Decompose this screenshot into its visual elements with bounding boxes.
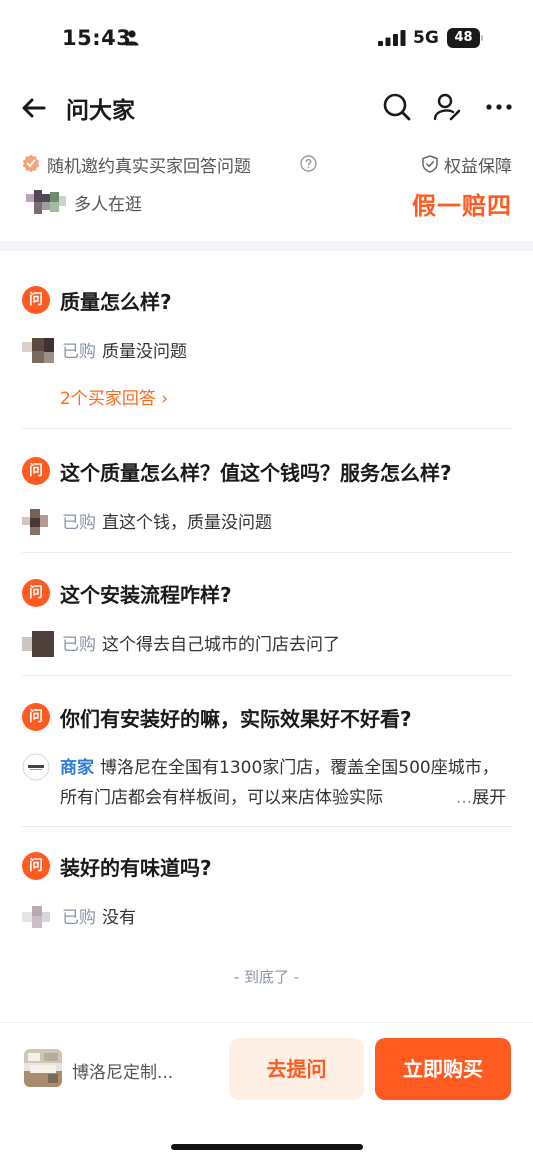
answer-row: 已购 质量没问题 bbox=[22, 336, 512, 363]
status-bar: 15:43 5G 48 bbox=[0, 0, 533, 80]
question-text: 质量怎么样? bbox=[60, 290, 172, 314]
signal-icon bbox=[378, 30, 406, 46]
answer-row: 已购 这个得去自己城市的门店去问了 bbox=[22, 629, 512, 657]
shield-icon bbox=[422, 155, 438, 173]
qa-item[interactable]: 问 这个质量怎么样？值这个钱吗？服务怎么样? 已购 直这个钱，质量没问题 bbox=[22, 455, 512, 535]
question-badge: 问 bbox=[22, 457, 50, 485]
question-text: 你们有安装好的嘛，实际效果好不好看? bbox=[60, 707, 412, 731]
answer-tag: 商家 bbox=[60, 758, 94, 778]
promise-label: 假一赔四 bbox=[412, 192, 512, 220]
help-icon[interactable] bbox=[300, 155, 317, 172]
browse-row: 多人在逛 假一赔四 bbox=[22, 188, 512, 220]
bottom-bar: 博洛尼定制... 去提问 立即购买 bbox=[0, 1022, 533, 1158]
avatar-stack bbox=[26, 190, 68, 214]
expand-dots: ... bbox=[456, 788, 473, 808]
answer-row: 已购 没有 bbox=[22, 902, 512, 928]
back-arrow-icon[interactable] bbox=[18, 92, 50, 124]
network-label: 5G bbox=[413, 28, 439, 48]
rights-label: 权益保障 bbox=[444, 157, 512, 177]
answer-row: 商家 博洛尼在全国有1300家门店，覆盖全国500座城市，所有门店都会有样板间，可… bbox=[22, 753, 512, 813]
search-icon[interactable] bbox=[382, 92, 412, 122]
qa-item[interactable]: 问 装好的有味道吗? 已购 没有 bbox=[22, 850, 512, 928]
merchant-logo bbox=[22, 753, 50, 781]
qa-item[interactable]: 问 质量怎么样? 已购 质量没问题 2个买家回答 › bbox=[22, 284, 512, 409]
question-row: 问 这个质量怎么样？值这个钱吗？服务怎么样? bbox=[22, 455, 512, 485]
product-thumbnail[interactable] bbox=[24, 1049, 62, 1087]
battery-icon: 48 bbox=[447, 28, 483, 48]
question-badge: 问 bbox=[22, 703, 50, 731]
answer-text: 没有 bbox=[102, 908, 136, 928]
qa-item[interactable]: 问 这个安装流程咋样? 已购 这个得去自己城市的门店去问了 bbox=[22, 577, 512, 657]
browsing-text: 多人在逛 bbox=[74, 195, 142, 215]
question-badge: 问 bbox=[22, 852, 50, 880]
answer-avatar bbox=[22, 906, 50, 928]
ask-question-button[interactable]: 去提问 bbox=[229, 1038, 364, 1100]
question-text: 这个质量怎么样？值这个钱吗？服务怎么样? bbox=[60, 461, 452, 485]
rights-link[interactable]: 权益保障 bbox=[422, 152, 512, 177]
answer-tag: 已购 bbox=[62, 635, 96, 655]
answer-avatar bbox=[22, 631, 54, 657]
invite-row: 随机邀约真实买家回答问题 权益保障 bbox=[22, 151, 512, 177]
question-row: 问 你们有安装好的嘛，实际效果好不好看? bbox=[22, 701, 512, 731]
answer-avatar bbox=[22, 338, 54, 363]
section-separator bbox=[0, 241, 533, 251]
answer-row: 已购 直这个钱，质量没问题 bbox=[22, 507, 512, 535]
page-title: 问大家 bbox=[66, 98, 135, 124]
expand-label: 展开 bbox=[472, 788, 507, 808]
badge-icon bbox=[22, 154, 40, 172]
question-text: 这个安装流程咋样? bbox=[60, 583, 232, 607]
battery-level: 48 bbox=[447, 28, 480, 48]
answer-text: 博洛尼在全国有1300家门店，覆盖全国500座城市，所有门店都会有样板间，可以来… bbox=[60, 758, 499, 808]
end-of-list: - 到底了 - bbox=[233, 968, 300, 986]
qa-item[interactable]: 问 你们有安装好的嘛，实际效果好不好看? 商家 博洛尼在全国有1300家门店，覆盖… bbox=[22, 701, 512, 813]
question-text: 装好的有味道吗? bbox=[60, 856, 212, 880]
invite-text: 随机邀约真实买家回答问题 bbox=[47, 157, 251, 177]
product-name[interactable]: 博洛尼定制... bbox=[72, 1058, 173, 1083]
user-edit-icon[interactable] bbox=[432, 92, 462, 122]
question-row: 问 装好的有味道吗? bbox=[22, 850, 512, 880]
more-answers-link[interactable]: 2个买家回答 › bbox=[60, 384, 512, 409]
answer-tag: 已购 bbox=[62, 908, 96, 928]
home-indicator[interactable] bbox=[171, 1144, 363, 1150]
divider bbox=[22, 826, 512, 827]
question-row: 问 质量怎么样? bbox=[22, 284, 512, 314]
more-icon[interactable] bbox=[484, 92, 514, 122]
expand-link[interactable]: ...展开 bbox=[442, 783, 507, 808]
answer-avatar bbox=[22, 509, 48, 535]
status-time: 15:43 bbox=[62, 26, 132, 50]
question-badge: 问 bbox=[22, 286, 50, 314]
answer-text: 质量没问题 bbox=[102, 342, 187, 362]
divider bbox=[22, 428, 512, 429]
person-icon bbox=[125, 30, 139, 46]
divider bbox=[22, 552, 512, 553]
question-badge: 问 bbox=[22, 579, 50, 607]
answer-tag: 已购 bbox=[62, 342, 96, 362]
buy-now-button[interactable]: 立即购买 bbox=[375, 1038, 511, 1100]
page: 15:43 5G 48 问大家 随机邀约真实买家回答问题 权益保障 多人在逛 假… bbox=[0, 0, 533, 1158]
divider bbox=[22, 675, 512, 676]
answer-text: 直这个钱，质量没问题 bbox=[102, 513, 272, 533]
answer-text: 这个得去自己城市的门店去问了 bbox=[102, 635, 340, 655]
answer-tag: 已购 bbox=[62, 513, 96, 533]
nav-bar: 问大家 bbox=[0, 80, 533, 136]
question-row: 问 这个安装流程咋样? bbox=[22, 577, 512, 607]
